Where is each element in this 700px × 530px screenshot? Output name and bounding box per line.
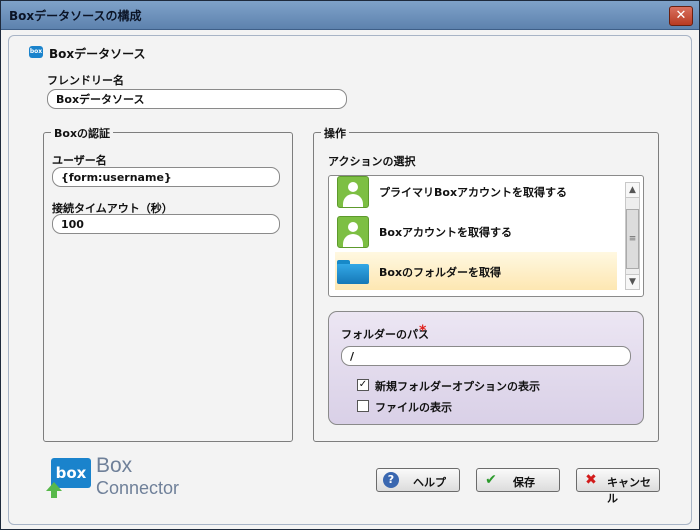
close-icon: ✕ — [675, 8, 687, 23]
folder-icon — [337, 260, 369, 284]
operation-group: 操作 アクションの選択 プライマリBoxアカウントを取得する Boxアカウントを… — [313, 125, 659, 442]
friendly-name-label: フレンドリー名 — [47, 74, 124, 87]
dialog-window: Boxデータソースの構成 ✕ box Boxデータソース フレンドリー名 Box… — [0, 0, 700, 530]
user-icon — [337, 216, 369, 248]
username-input[interactable] — [52, 167, 280, 187]
folder-path-input[interactable] — [341, 346, 631, 366]
help-button[interactable]: ? ヘルプ — [376, 468, 460, 492]
checkmark-icon: ✓ — [358, 379, 368, 390]
action-select-label: アクションの選択 — [328, 155, 416, 168]
username-label: ユーザー名 — [52, 154, 107, 167]
action-label: プライマリBoxアカウントを取得する — [379, 186, 568, 199]
list-item[interactable]: Boxアカウントを取得する — [335, 212, 617, 250]
section-title: Boxデータソース — [49, 47, 146, 61]
window-title: Boxデータソースの構成 — [9, 9, 142, 23]
action-label: Boxのフォルダーを取得 — [379, 266, 502, 279]
scroll-up-icon[interactable]: ▲ — [626, 183, 639, 198]
new-folder-option-label: 新規フォルダーオプションの表示 — [375, 380, 540, 393]
box-logo-icon: box — [29, 46, 43, 58]
cancel-x-icon: ✖ — [585, 472, 597, 488]
action-list[interactable]: プライマリBoxアカウントを取得する Boxアカウントを取得する Boxのフォル… — [328, 175, 644, 297]
close-button[interactable]: ✕ — [669, 6, 693, 26]
show-files-checkbox[interactable] — [357, 400, 369, 412]
timeout-input[interactable] — [52, 214, 280, 234]
friendly-name-input[interactable] — [47, 89, 347, 109]
user-icon — [337, 176, 369, 208]
check-icon: ✔ — [485, 472, 497, 488]
logo-text-connector: Connector — [96, 478, 180, 498]
required-mark: * — [419, 323, 427, 339]
scroll-thumb[interactable]: ≡ — [626, 209, 639, 269]
list-scrollbar[interactable]: ▲ ≡ ▼ — [625, 182, 640, 290]
show-files-label: ファイルの表示 — [375, 401, 452, 414]
auth-group-legend: Boxの認証 — [51, 125, 114, 141]
dialog-content: box Boxデータソース フレンドリー名 Boxの認証 ユーザー名 接続タイム… — [8, 35, 692, 525]
folder-path-label: フォルダーのパス — [341, 328, 429, 341]
folder-options-panel: フォルダーのパス * ✓ 新規フォルダーオプションの表示 ファイルの表示 — [328, 311, 644, 425]
title-bar[interactable]: Boxデータソースの構成 ✕ — [1, 1, 699, 30]
list-item-selected[interactable]: Boxのフォルダーを取得 — [335, 252, 617, 290]
action-label: Boxアカウントを取得する — [379, 226, 513, 239]
operation-group-legend: 操作 — [321, 125, 349, 141]
cancel-button[interactable]: ✖ キャンセル — [576, 468, 660, 505]
auth-group: Boxの認証 ユーザー名 接続タイムアウト（秒） — [43, 125, 293, 442]
help-icon: ? — [383, 472, 399, 488]
scroll-down-icon[interactable]: ▼ — [626, 274, 639, 289]
new-folder-option-checkbox[interactable]: ✓ — [357, 379, 369, 391]
logo-text-box: Box — [96, 454, 133, 477]
list-item[interactable]: プライマリBoxアカウントを取得する — [335, 176, 617, 210]
save-button[interactable]: ✔ 保存 — [476, 468, 560, 492]
